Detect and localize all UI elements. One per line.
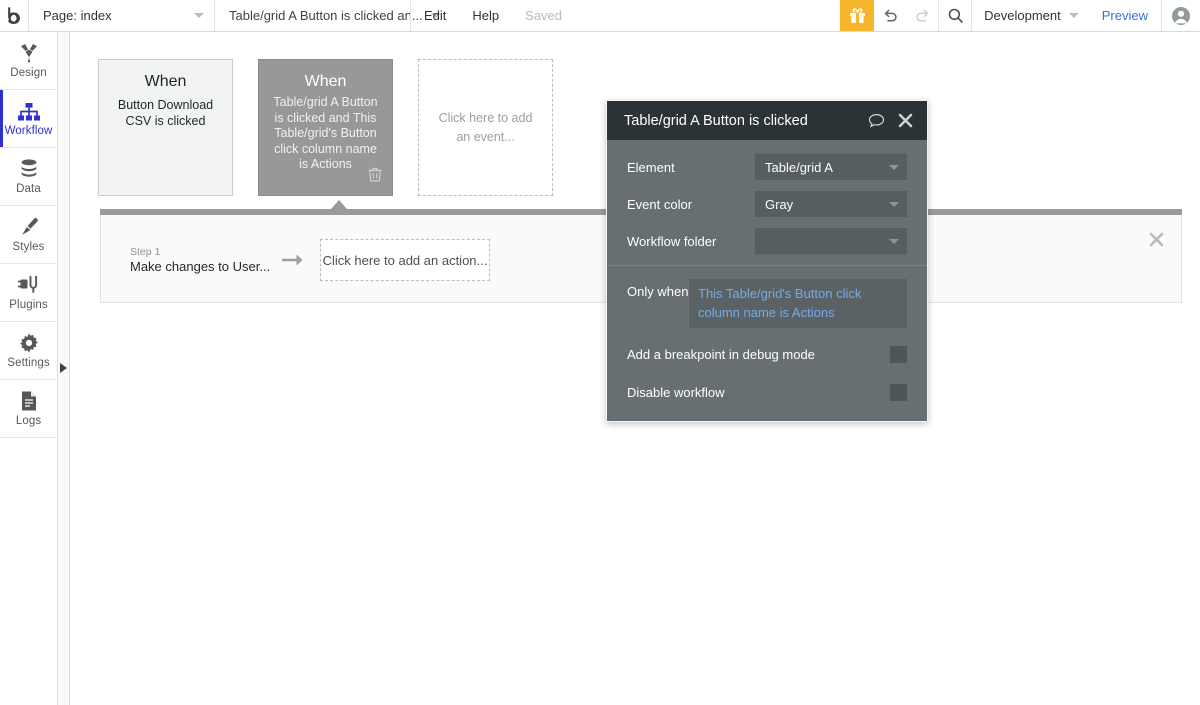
version-selector[interactable]: Development [972,0,1089,31]
search-icon[interactable] [939,0,971,31]
undo-icon[interactable] [874,0,906,31]
sidebar-item-data[interactable]: Data [0,148,57,206]
dialog-title: Table/grid A Button is clicked [624,112,808,129]
only-when-expression[interactable]: This Table/grid's Button click column na… [689,279,907,328]
disable-workflow-checkbox[interactable] [890,383,907,401]
step-number-label: Step 1 [130,246,161,258]
version-selector-label: Development [984,8,1061,23]
add-event-label: Click here to add an event... [438,110,533,144]
gear-icon [18,332,40,354]
help-menu-button[interactable]: Help [459,0,512,31]
sidebar-item-design[interactable]: Design [0,32,57,90]
sidebar-item-label: Styles [12,241,45,253]
top-bar: Page: index Table/grid A Button is click… [0,0,1200,32]
field-label: Event color [627,196,693,212]
dialog-body: Element Table/grid A Event color Gray Wo… [607,140,927,421]
breakpoint-checkbox[interactable] [890,345,907,363]
step-name-label: Make changes to User... [130,259,271,274]
dialog-header: Table/grid A Button is clicked [607,101,927,140]
workflow-selector-label: Table/grid A Button is clicked an... [229,8,423,23]
logs-icon [19,390,39,412]
workflow-step[interactable]: Step 1 Make changes to User... [130,246,270,274]
page-selector[interactable]: Page: index [29,0,214,31]
chevron-down-icon [194,13,204,18]
field-row-only-when: Only when This Table/grid's Button click… [627,279,907,328]
trash-icon[interactable] [368,167,382,187]
chevron-down-icon [889,238,899,244]
design-icon [18,42,40,64]
close-icon[interactable] [898,113,913,128]
field-row-element: Element Table/grid A [627,154,907,180]
event-color-dropdown[interactable]: Gray [755,191,907,217]
chevron-down-icon [889,201,899,207]
close-icon[interactable] [1149,232,1164,252]
workflow-icon [17,100,41,122]
add-action-placeholder[interactable]: Click here to add an action... [320,239,490,281]
field-row-workflow-folder: Workflow folder [627,228,907,254]
left-sidebar: Design Workflow Data Styles Plugins Sett… [0,32,58,705]
field-row-disable-workflow: Disable workflow [627,379,907,405]
sidebar-item-logs[interactable]: Logs [0,380,57,438]
field-row-breakpoint: Add a breakpoint in debug mode [627,341,907,367]
workflow-selector[interactable]: Table/grid A Button is clicked an... [215,0,441,31]
sidebar-item-label: Design [10,67,47,79]
event-card[interactable]: When Button Download CSV is clicked [98,59,233,196]
only-when-label: Only when [627,284,689,299]
element-dropdown[interactable]: Table/grid A [755,154,907,180]
sidebar-item-label: Workflow [4,125,53,137]
comment-bubble-icon[interactable] [868,113,885,129]
sidebar-item-workflow[interactable]: Workflow [0,90,57,148]
sidebar-item-styles[interactable]: Styles [0,206,57,264]
event-properties-dialog: Table/grid A Button is clicked Element T… [606,100,928,422]
event-when-label: When [144,73,187,90]
expand-right-arrow-icon[interactable] [60,363,67,373]
disable-workflow-label: Disable workflow [627,384,725,400]
arrow-right-icon [282,252,304,268]
redo-icon[interactable] [906,0,938,31]
event-color-dropdown-value: Gray [765,196,794,212]
divider [607,265,927,266]
sidebar-item-settings[interactable]: Settings [0,322,57,380]
paintbrush-icon [18,216,40,238]
sidebar-item-plugins[interactable]: Plugins [0,264,57,322]
top-bar-spacer [575,0,840,31]
bubble-logo-icon[interactable] [0,0,28,31]
add-event-placeholder[interactable]: Click here to add an event... [418,59,553,196]
saved-status-label: Saved [525,8,563,23]
chevron-down-icon [1068,13,1079,18]
event-description: Table/grid A Button is clicked and This … [273,95,378,171]
chevron-down-icon [889,164,899,170]
page-selector-label: Page: index [43,8,112,23]
event-when-label: When [304,73,347,90]
element-dropdown-value: Table/grid A [765,159,833,175]
gift-icon[interactable] [840,0,875,31]
sidebar-item-label: Data [16,183,41,195]
event-card-selected[interactable]: When Table/grid A Button is clicked and … [258,59,393,196]
field-label: Workflow folder [627,233,717,249]
field-label: Element [627,159,675,175]
sidebar-item-label: Logs [15,415,42,427]
preview-button[interactable]: Preview [1089,0,1161,31]
actions-panel-pointer [331,200,347,209]
plugins-icon [17,274,41,296]
event-description: Button Download CSV is clicked [117,98,214,128]
breakpoint-label: Add a breakpoint in debug mode [627,346,815,362]
event-cards-row: When Button Download CSV is clicked When… [98,59,553,196]
user-avatar-icon[interactable] [1162,0,1200,31]
workflow-folder-dropdown[interactable] [755,228,907,254]
sidebar-item-label: Plugins [9,299,48,311]
field-row-event-color: Event color Gray [627,191,907,217]
sidebar-item-label: Settings [7,357,50,369]
edit-menu-button[interactable]: Edit [411,0,459,31]
database-icon [18,158,40,180]
